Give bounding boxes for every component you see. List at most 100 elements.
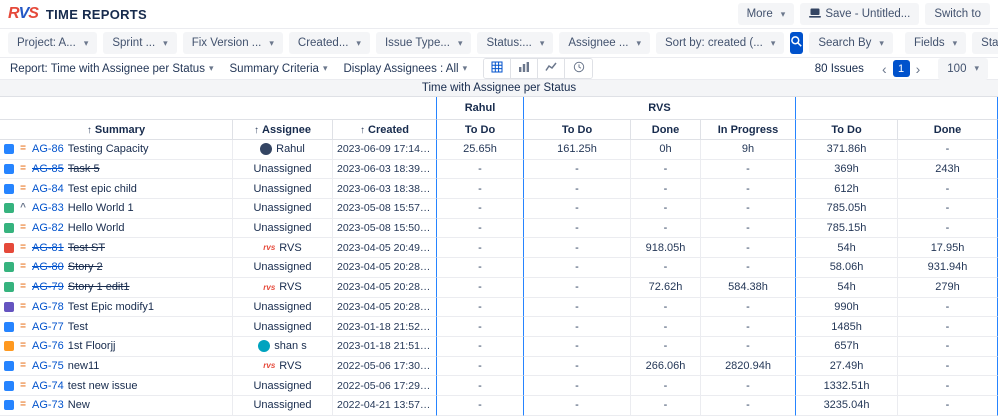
issue-key-link[interactable]: AG-80 xyxy=(32,261,64,273)
issue-summary: New xyxy=(67,399,90,412)
column-header-created-2[interactable]: ↑ Created xyxy=(333,120,437,140)
report-table-body: = AG-86 Testing Capacity Rahul 2023-06-09 17… xyxy=(0,140,998,416)
assignee-group-row: Rahul RVS xyxy=(0,97,998,120)
filter-dropdown-label: Fix Version ... xyxy=(191,37,262,49)
assignee-name: Unassigned xyxy=(253,261,312,274)
issue-row-ag-84: = AG-84 Test epic child Unassigned 2023-06-0… xyxy=(0,179,998,200)
next-page-button[interactable]: › xyxy=(914,62,923,76)
time-view-button[interactable] xyxy=(565,59,593,78)
priority-icon: = xyxy=(20,300,26,312)
summary-criteria-dropdown[interactable]: Summary Criteria xyxy=(230,63,328,75)
time-value-cell: - xyxy=(631,218,701,239)
column-header-assignee-1[interactable]: ↑ Assignee xyxy=(233,120,333,140)
time-value-cell: 3235.04h xyxy=(796,395,899,416)
issue-key-link[interactable]: AG-85 xyxy=(32,163,64,175)
filter-dropdown-7[interactable]: Assignee ... xyxy=(559,32,651,54)
column-header-to-do-3: To Do xyxy=(437,120,524,140)
issue-key-link[interactable]: AG-81 xyxy=(32,242,64,254)
current-page[interactable]: 1 xyxy=(892,60,910,77)
page-size-dropdown[interactable]: 100 xyxy=(938,57,988,80)
save-button[interactable]: Save - Untitled... xyxy=(800,3,920,25)
rvs-logo[interactable]: RVS xyxy=(8,5,39,23)
assignee-cell: Unassigned xyxy=(233,199,333,219)
filter-dropdown-4[interactable]: Created... xyxy=(288,32,370,54)
time-value-cell: 58.06h xyxy=(796,258,899,278)
time-value-cell: - xyxy=(524,238,631,259)
filter-dropdown-2[interactable]: Sprint ... xyxy=(103,32,177,54)
time-value-cell: - xyxy=(437,179,524,200)
search-button[interactable] xyxy=(790,32,804,54)
time-value-cell: 2820.94h xyxy=(701,356,797,377)
issue-key-link[interactable]: AG-76 xyxy=(32,340,64,352)
assignee-group-spacer xyxy=(796,97,998,120)
search-icon xyxy=(790,35,803,51)
issue-summary: 1st Floorjj xyxy=(67,340,116,353)
priority-icon: = xyxy=(20,143,26,155)
prev-page-button[interactable]: ‹ xyxy=(880,62,889,76)
switch-to-button[interactable]: Switch to xyxy=(925,3,990,25)
report-dropdown[interactable]: Report: Time with Assignee per Status xyxy=(10,63,214,75)
issue-key-link[interactable]: AG-73 xyxy=(32,399,64,411)
issue-summary: Story 1 edit1 xyxy=(67,281,130,294)
filter-dropdown-8[interactable]: Sort by: created (... xyxy=(656,32,785,54)
time-reports-app: RVS TIME REPORTS More Save - Untitled...… xyxy=(0,0,998,416)
issue-key-link[interactable]: AG-78 xyxy=(32,301,64,313)
issue-row-ag-86: = AG-86 Testing Capacity Rahul 2023-06-09 17… xyxy=(0,140,998,160)
issue-key-link[interactable]: AG-82 xyxy=(32,222,64,234)
issue-type-icon xyxy=(4,223,14,234)
sort-ascending-icon: ↑ xyxy=(360,124,366,136)
time-value-cell: 266.06h xyxy=(631,356,701,377)
column-header-label: To Do xyxy=(831,123,862,136)
bar-chart-view-button[interactable] xyxy=(511,59,539,78)
time-value-cell: - xyxy=(898,376,998,396)
issue-key-link[interactable]: AG-79 xyxy=(32,281,64,293)
issue-type-icon xyxy=(4,400,14,411)
assignee-name: Unassigned xyxy=(253,222,312,235)
issue-key-link[interactable]: AG-77 xyxy=(32,321,64,333)
filter-dropdown-3[interactable]: Fix Version ... xyxy=(182,32,283,54)
issue-type-icon xyxy=(4,203,14,214)
assignee-cell: rvs RVS xyxy=(233,277,333,298)
issue-key-link[interactable]: AG-83 xyxy=(32,202,64,214)
statuses-dropdown[interactable]: Statuses xyxy=(972,32,998,54)
time-value-cell: - xyxy=(437,159,524,180)
more-button[interactable]: More xyxy=(737,3,795,25)
column-header-summary-0[interactable]: ↑ Summary xyxy=(0,120,233,140)
filter-dropdown-1[interactable]: Project: A... xyxy=(8,32,98,54)
display-assignees-dropdown[interactable]: Display Assignees : All xyxy=(344,63,468,75)
time-value-cell: 54h xyxy=(796,238,899,259)
issue-key-link[interactable]: AG-86 xyxy=(32,143,64,155)
time-value-cell: - xyxy=(437,238,524,259)
filter-list: Project: A... Sprint ... Fix Version ... Cr… xyxy=(8,32,785,54)
created-cell: 2023-06-03 18:38:44 xyxy=(333,179,437,200)
summary-cell: = AG-78 Test Epic modify1 xyxy=(0,297,233,318)
time-value-cell: 931.94h xyxy=(898,258,998,278)
filter-dropdown-6[interactable]: Status:... xyxy=(477,32,554,54)
created-cell: 2022-05-06 17:30:48 xyxy=(333,356,437,377)
issue-type-icon xyxy=(4,242,14,253)
line-chart-view-button[interactable] xyxy=(538,59,566,78)
time-value-cell: 27.49h xyxy=(796,356,899,377)
clock-icon xyxy=(573,61,585,76)
issues-count: 80 Issues xyxy=(814,62,864,75)
search-by-dropdown[interactable]: Search By xyxy=(809,32,893,54)
assignee-cell: rvs RVS xyxy=(233,356,333,377)
time-value-cell: 990h xyxy=(796,297,899,318)
time-value-cell: - xyxy=(898,317,998,337)
time-value-cell: - xyxy=(524,218,631,239)
issue-key-link[interactable]: AG-75 xyxy=(32,360,64,372)
issue-row-ag-74: = AG-74 test new issue Unassigned 2022-05-06… xyxy=(0,376,998,396)
time-value-cell: - xyxy=(701,159,797,180)
logo-letter-v: V xyxy=(18,5,30,22)
rvs-mini-logo-icon: rvs xyxy=(263,243,276,253)
more-button-label: More xyxy=(746,8,773,20)
summary-cell: = AG-75 new11 xyxy=(0,356,233,377)
filter-dropdown-5[interactable]: Issue Type... xyxy=(375,32,472,54)
issue-key-link[interactable]: AG-74 xyxy=(32,380,64,392)
time-value-cell: - xyxy=(437,199,524,219)
assignee-name: Unassigned xyxy=(253,320,312,333)
assignee-cell: Unassigned xyxy=(233,376,333,396)
table-view-button[interactable] xyxy=(484,59,512,78)
fields-dropdown[interactable]: Fields xyxy=(904,32,967,54)
issue-key-link[interactable]: AG-84 xyxy=(32,183,64,195)
